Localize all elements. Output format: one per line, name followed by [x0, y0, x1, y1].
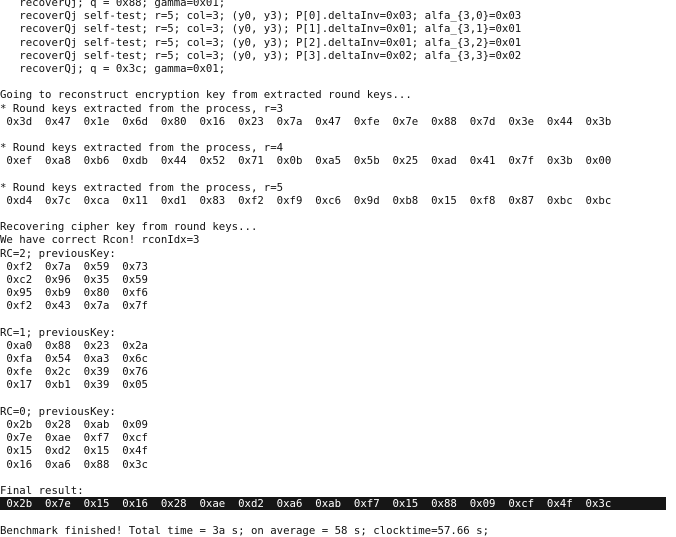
terminal-line: recoverQj self-test; r=5; col=3; (y0, y3…: [0, 48, 522, 62]
terminal-line: 0xfa 0x54 0xa3 0x6c: [0, 352, 148, 366]
terminal-line: 0xf2 0x7a 0x59 0x73: [0, 259, 148, 273]
terminal-line: * Round keys extracted from the process,…: [0, 101, 284, 115]
terminal-line: Final result:: [0, 483, 84, 497]
terminal-line: Benchmark finished! Total time = 3a s; o…: [0, 523, 490, 537]
terminal-line: 0xef 0xa8 0xb6 0xdb 0x44 0x52 0x71 0x0b …: [0, 154, 612, 168]
terminal-line: 0xc2 0x96 0x35 0x59: [0, 272, 148, 286]
terminal-line: RC=1; previousKey:: [0, 325, 116, 339]
terminal-line: 0x17 0xb1 0x39 0x05: [0, 378, 148, 392]
terminal-line: Going to reconstruct encryption key from…: [0, 88, 412, 102]
terminal-line: recoverQj self-test; r=5; col=3; (y0, y3…: [0, 35, 522, 49]
terminal-line: Recovering cipher key from round keys...: [0, 220, 258, 234]
terminal-line: * Round keys extracted from the process,…: [0, 141, 284, 155]
terminal-line: 0x3d 0x47 0x1e 0x6d 0x80 0x16 0x23 0x7a …: [0, 114, 612, 128]
terminal-line: 0xfe 0x2c 0x39 0x76: [0, 365, 148, 379]
terminal-output: recoverQj; q = 0x88; gamma=0x01; recover…: [0, 0, 676, 537]
terminal-line: RC=0; previousKey:: [0, 404, 116, 418]
terminal-line: recoverQj self-test; r=5; col=3; (y0, y3…: [0, 9, 522, 23]
terminal-line: 0xd4 0x7c 0xca 0x11 0xd1 0x83 0xf2 0xf9 …: [0, 193, 612, 207]
final-result-line: 0x2b 0x7e 0x15 0x16 0x28 0xae 0xd2 0xa6 …: [0, 497, 666, 511]
terminal-line: recoverQj; q = 0x88; gamma=0x01;: [0, 0, 226, 9]
terminal-line: 0x95 0xb9 0x80 0xf6: [0, 286, 148, 300]
terminal-line: 0x7e 0xae 0xf7 0xcf: [0, 431, 148, 445]
terminal-line: RC=2; previousKey:: [0, 246, 116, 260]
terminal-line: recoverQj; q = 0x3c; gamma=0x01;: [0, 61, 226, 75]
terminal-line: 0xf2 0x43 0x7a 0x7f: [0, 299, 148, 313]
terminal-line: 0x2b 0x28 0xab 0x09: [0, 418, 148, 431]
terminal-line: recoverQj self-test; r=5; col=3; (y0, y3…: [0, 22, 522, 36]
terminal-line: * Round keys extracted from the process,…: [0, 180, 284, 194]
terminal-line: 0x16 0xa6 0x88 0x3c: [0, 457, 148, 471]
terminal-line: We have correct Rcon! rconIdx=3: [0, 233, 200, 247]
terminal-line: 0x15 0xd2 0x15 0x4f: [0, 444, 148, 458]
terminal-line: 0xa0 0x88 0x23 0x2a: [0, 338, 148, 352]
